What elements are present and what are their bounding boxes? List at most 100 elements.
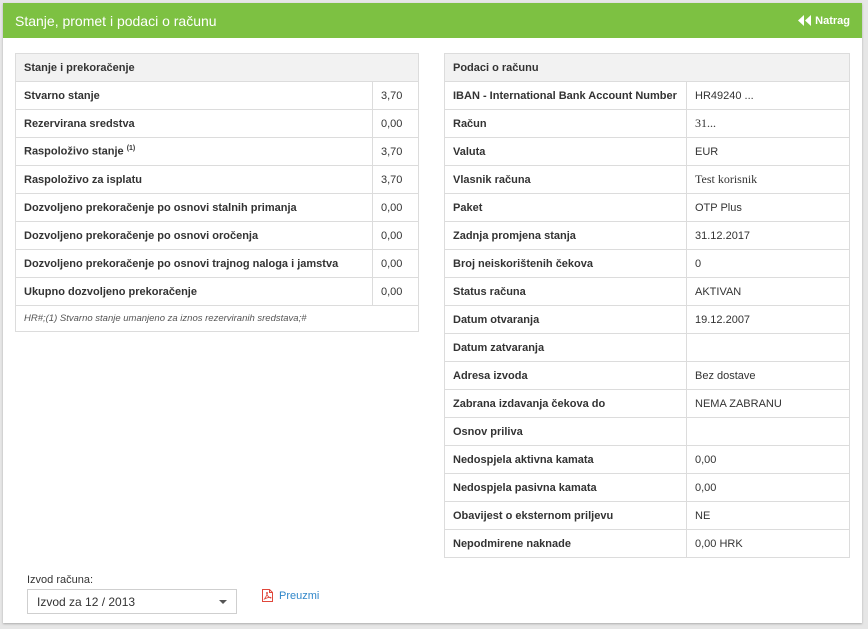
account-row: Nepodmirene naknade 0,00 HRK	[444, 529, 850, 558]
account-row-value: 0,00	[686, 445, 850, 474]
account-row-label-text: Paket	[453, 201, 483, 214]
account-row-label-text: Račun	[453, 117, 487, 130]
balance-row: Ukupno dozvoljeno prekoračenje 0,00	[15, 277, 419, 306]
account-row: Račun 31...	[444, 109, 850, 138]
balance-table: Stanje i prekoračenje Stvarno stanje 3,70…	[15, 53, 419, 332]
account-row-value: 0,00	[686, 473, 850, 502]
account-row: IBAN - International Bank Account Number…	[444, 81, 850, 110]
account-row-value	[686, 417, 850, 446]
account-row-label: Datum zatvaranja	[444, 333, 687, 362]
balance-row-label-text: Ukupno dozvoljeno prekoračenje	[24, 285, 197, 298]
account-row-label-text: Valuta	[453, 145, 486, 158]
balance-row-value: 0,00	[372, 249, 419, 278]
account-row: Vlasnik računa Test korisnik	[444, 165, 850, 194]
pdf-icon	[262, 589, 273, 602]
account-row-label: Datum otvaranja	[444, 305, 687, 334]
account-row-label-text: Datum otvaranja	[453, 313, 540, 326]
balance-row: Raspoloživo za isplatu 3,70	[15, 165, 419, 194]
balance-row-value: 0,00	[372, 109, 419, 138]
account-row-label-text: Vlasnik računa	[453, 173, 531, 186]
balance-row-label-text: Dozvoljeno prekoračenje po osnovi trajno…	[24, 257, 339, 270]
account-row-value: AKTIVAN	[686, 277, 850, 306]
account-row-label-text: Zadnja promjena stanja	[453, 229, 576, 242]
account-row-label: Nepodmirene naknade	[444, 529, 687, 558]
account-row-label-text: Obavijest o eksternom priljevu	[453, 509, 614, 522]
balance-row-value: 3,70	[372, 137, 419, 166]
account-row: Status računa AKTIVAN	[444, 277, 850, 306]
balance-row-value: 0,00	[372, 193, 419, 222]
account-row-value: 31...	[686, 109, 850, 138]
balance-row-label: Raspoloživo stanje (1)	[15, 137, 373, 166]
account-row-value: OTP Plus	[686, 193, 850, 222]
account-row: Zadnja promjena stanja 31.12.2017	[444, 221, 850, 250]
account-row-label: Račun	[444, 109, 687, 138]
balance-row: Rezervirana sredstva 0,00	[15, 109, 419, 138]
back-button[interactable]: Natrag	[798, 15, 850, 27]
account-row-label-text: Broj neiskorištenih čekova	[453, 257, 593, 270]
statement-selector: Izvod računa: Izvod za 12 / 2013	[27, 574, 237, 614]
balance-row-label-text: Dozvoljeno prekoračenje po osnovi oročen…	[24, 229, 259, 242]
balance-row: Dozvoljeno prekoračenje po osnovi stalni…	[15, 193, 419, 222]
account-row-value: NEMA ZABRANU	[686, 389, 850, 418]
account-row: Osnov priliva	[444, 417, 850, 446]
balance-row-label: Raspoloživo za isplatu	[15, 165, 373, 194]
account-row: Obavijest o eksternom priljevu NE	[444, 501, 850, 530]
account-info-table: Podaci o računu IBAN - International Ban…	[444, 53, 850, 558]
caret-down-icon	[219, 599, 227, 604]
balance-row-value: 3,70	[372, 81, 419, 110]
account-row-label: Valuta	[444, 137, 687, 166]
account-row-label-text: Zabrana izdavanja čekova do	[453, 397, 606, 410]
account-row-label-text: IBAN - International Bank Account Number	[453, 89, 677, 102]
account-row: Datum otvaranja 19.12.2007	[444, 305, 850, 334]
balance-row-label: Ukupno dozvoljeno prekoračenje	[15, 277, 373, 306]
balance-row: Stvarno stanje 3,70	[15, 81, 419, 110]
balance-row-label-text: Stvarno stanje	[24, 89, 100, 102]
account-row: Nedospjela aktivna kamata 0,00	[444, 445, 850, 474]
account-row-label: Broj neiskorištenih čekova	[444, 249, 687, 278]
account-row-label: Vlasnik računa	[444, 165, 687, 194]
balance-row: Raspoloživo stanje (1) 3,70	[15, 137, 419, 166]
account-row-label: Zadnja promjena stanja	[444, 221, 687, 250]
balance-row-label-text: Raspoloživo za isplatu	[24, 173, 142, 186]
account-row: Zabrana izdavanja čekova do NEMA ZABRANU	[444, 389, 850, 418]
statement-selected-value: Izvod za 12 / 2013	[37, 594, 136, 609]
footnote-marker: (1)	[126, 145, 136, 153]
account-row-label-text: Nedospjela aktivna kamata	[453, 453, 594, 466]
back-button-label: Natrag	[815, 14, 850, 27]
balance-row-label-text: Rezervirana sredstva	[24, 117, 135, 130]
account-row-label-text: Nepodmirene naknade	[453, 537, 571, 550]
account-row: Datum zatvaranja	[444, 333, 850, 362]
balance-row-label: Dozvoljeno prekoračenje po osnovi stalni…	[15, 193, 373, 222]
balance-row-label: Stvarno stanje	[15, 81, 373, 110]
account-row-value: Test korisnik	[686, 165, 850, 194]
account-row-label: Nedospjela pasivna kamata	[444, 473, 687, 502]
account-row-label: Obavijest o eksternom priljevu	[444, 501, 687, 530]
account-row-value: NE	[686, 501, 850, 530]
balance-row-label: Rezervirana sredstva	[15, 109, 373, 138]
account-row-label: Status računa	[444, 277, 687, 306]
account-row-value: EUR	[686, 137, 850, 166]
account-row-value: HR49240 ...	[686, 81, 850, 110]
account-row-value: Bez dostave	[686, 361, 850, 390]
account-row-label-text: Osnov priliva	[453, 425, 523, 438]
account-row-label: IBAN - International Bank Account Number	[444, 81, 687, 110]
balance-row-label: Dozvoljeno prekoračenje po osnovi oročen…	[15, 221, 373, 250]
account-row-label: Zabrana izdavanja čekova do	[444, 389, 687, 418]
account-row: Paket OTP Plus	[444, 193, 850, 222]
account-row-label-text: Datum zatvaranja	[453, 341, 545, 354]
account-row-value	[686, 333, 850, 362]
download-link[interactable]: Preuzmi	[262, 589, 319, 602]
account-row-value: 31.12.2017	[686, 221, 850, 250]
balance-row-label-text: Dozvoljeno prekoračenje po osnovi stalni…	[24, 201, 297, 214]
statement-select[interactable]: Izvod za 12 / 2013	[27, 589, 237, 614]
account-row-label-text: Adresa izvoda	[453, 369, 528, 382]
account-row-label-text: Status računa	[453, 285, 526, 298]
account-row-label: Nedospjela aktivna kamata	[444, 445, 687, 474]
account-row-value: 0,00 HRK	[686, 529, 850, 558]
account-row-label: Osnov priliva	[444, 417, 687, 446]
account-row-label-text: Nedospjela pasivna kamata	[453, 481, 597, 494]
download-link-label: Preuzmi	[279, 589, 320, 602]
account-row-value: 0	[686, 249, 850, 278]
balance-row: Dozvoljeno prekoračenje po osnovi trajno…	[15, 249, 419, 278]
panel-header: Stanje, promet i podaci o računu Natrag	[3, 3, 862, 38]
